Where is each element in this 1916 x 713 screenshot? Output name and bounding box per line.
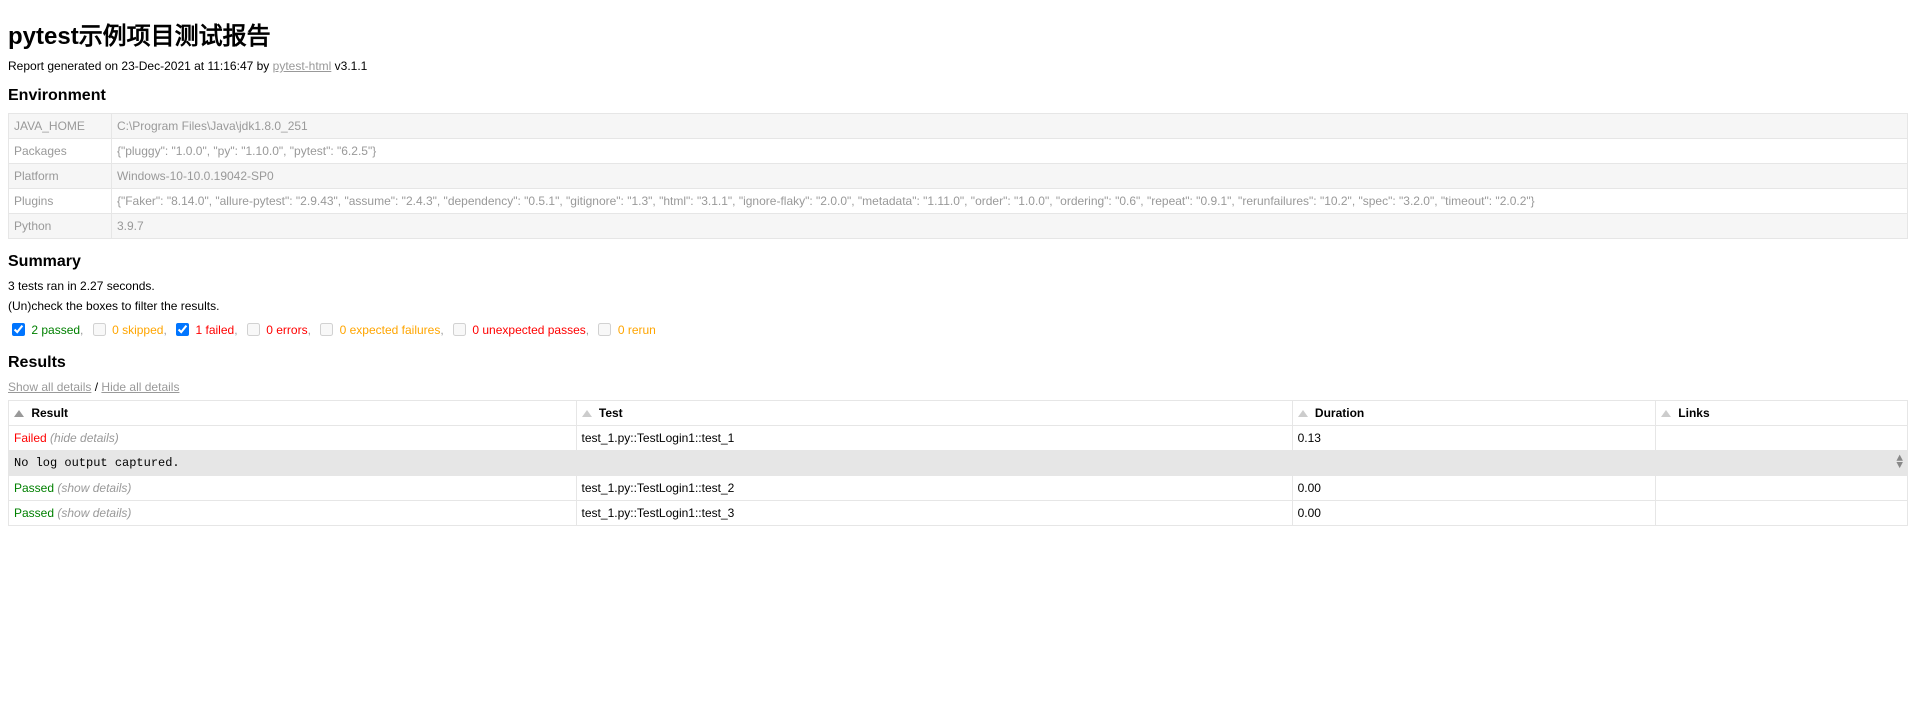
environment-value: {"pluggy": "1.0.0", "py": "1.10.0", "pyt… (111, 139, 1907, 164)
duration-cell: 0.00 (1292, 501, 1655, 526)
log-row: No log output captured.▲▼ (9, 451, 1908, 476)
filter-failed-label: 1 failed (195, 323, 234, 337)
filter-hint: (Un)check the boxes to filter the result… (8, 299, 1908, 313)
result-cell: Passed (show details) (9, 476, 577, 501)
page-title: pytest示例项目测试报告 (8, 16, 1908, 51)
environment-key: Platform (9, 164, 112, 189)
filter-xfail: 0 expected failures, (316, 323, 447, 337)
table-row: Failed (hide details)test_1.py::TestLogi… (9, 426, 1908, 451)
filter-errors: 0 errors, (243, 323, 314, 337)
result-status: Passed (14, 481, 54, 495)
filter-errors-checkbox (247, 323, 260, 336)
environment-value: Windows-10-10.0.19042-SP0 (111, 164, 1907, 189)
table-row: Passed (show details)test_1.py::TestLogi… (9, 476, 1908, 501)
test-cell: test_1.py::TestLogin1::test_1 (576, 426, 1292, 451)
sort-inactive-icon (1661, 410, 1671, 417)
filter-rerun-label: 0 rerun (618, 323, 656, 337)
environment-row: JAVA_HOMEC:\Program Files\Java\jdk1.8.0_… (9, 114, 1908, 139)
col-duration-label: Duration (1315, 406, 1364, 420)
environment-row: Python3.9.7 (9, 214, 1908, 239)
col-result-label: Result (31, 406, 68, 420)
test-cell: test_1.py::TestLogin1::test_3 (576, 501, 1292, 526)
col-test-header[interactable]: Test (576, 401, 1292, 426)
toggle-details-link[interactable]: (show details) (57, 481, 131, 495)
environment-heading: Environment (8, 87, 1908, 105)
col-links-header[interactable]: Links (1655, 401, 1907, 426)
environment-value: C:\Program Files\Java\jdk1.8.0_251 (111, 114, 1907, 139)
filter-row: 2 passed, 0 skipped, 1 failed, 0 errors,… (8, 321, 1908, 340)
result-cell: Failed (hide details) (9, 426, 577, 451)
results-heading: Results (8, 354, 1908, 372)
pytest-html-link[interactable]: pytest-html (273, 59, 332, 73)
environment-key: Plugins (9, 189, 112, 214)
filter-xfail-label: 0 expected failures (340, 323, 441, 337)
col-links-label: Links (1678, 406, 1709, 420)
log-cell: No log output captured.▲▼ (9, 451, 1908, 476)
environment-key: Packages (9, 139, 112, 164)
result-cell: Passed (show details) (9, 501, 577, 526)
sort-inactive-icon (1298, 410, 1308, 417)
sort-asc-icon (14, 410, 24, 417)
filter-errors-label: 0 errors (266, 323, 307, 337)
report-version: v3.1.1 (331, 59, 367, 73)
links-cell (1655, 426, 1907, 451)
filter-xpass: 0 unexpected passes, (449, 323, 592, 337)
filter-failed: 1 failed, (172, 323, 241, 337)
filter-skipped: 0 skipped, (89, 323, 170, 337)
links-cell (1655, 476, 1907, 501)
filter-xfail-checkbox (320, 323, 333, 336)
filter-rerun-checkbox (598, 323, 611, 336)
report-generated-text: Report generated on 23-Dec-2021 at 11:16… (8, 59, 273, 73)
show-all-details-link[interactable]: Show all details (8, 380, 91, 394)
environment-value: {"Faker": "8.14.0", "allure-pytest": "2.… (111, 189, 1907, 214)
sort-inactive-icon (582, 410, 592, 417)
environment-table: JAVA_HOMEC:\Program Files\Java\jdk1.8.0_… (8, 113, 1908, 239)
summary-line: 3 tests ran in 2.27 seconds. (8, 279, 1908, 293)
result-status: Failed (14, 431, 47, 445)
filter-skipped-checkbox (93, 323, 106, 336)
environment-row: PlatformWindows-10-10.0.19042-SP0 (9, 164, 1908, 189)
hide-all-details-link[interactable]: Hide all details (101, 380, 179, 394)
filter-passed-checkbox[interactable] (12, 323, 25, 336)
col-result-header[interactable]: Result (9, 401, 577, 426)
environment-value: 3.9.7 (111, 214, 1907, 239)
environment-key: Python (9, 214, 112, 239)
summary-heading: Summary (8, 253, 1908, 271)
filter-passed: 2 passed, (8, 323, 87, 337)
toggle-details-link[interactable]: (show details) (57, 506, 131, 520)
expand-collapse-icon[interactable]: ▲▼ (1896, 456, 1903, 470)
links-cell (1655, 501, 1907, 526)
slash: / (91, 380, 101, 394)
environment-row: Packages{"pluggy": "1.0.0", "py": "1.10.… (9, 139, 1908, 164)
duration-cell: 0.00 (1292, 476, 1655, 501)
detail-toggle-row: Show all details / Hide all details (8, 380, 1908, 394)
filter-rerun: 0 rerun (594, 323, 655, 337)
col-duration-header[interactable]: Duration (1292, 401, 1655, 426)
result-status: Passed (14, 506, 54, 520)
test-cell: test_1.py::TestLogin1::test_2 (576, 476, 1292, 501)
filter-xpass-checkbox (453, 323, 466, 336)
report-generated-line: Report generated on 23-Dec-2021 at 11:16… (8, 59, 1908, 73)
filter-skipped-label: 0 skipped (112, 323, 163, 337)
toggle-details-link[interactable]: (hide details) (50, 431, 119, 445)
results-table: Result Test Duration Links Failed (hide … (8, 400, 1908, 526)
filter-xpass-label: 0 unexpected passes (472, 323, 585, 337)
table-row: Passed (show details)test_1.py::TestLogi… (9, 501, 1908, 526)
environment-key: JAVA_HOME (9, 114, 112, 139)
col-test-label: Test (599, 406, 623, 420)
filter-failed-checkbox[interactable] (176, 323, 189, 336)
duration-cell: 0.13 (1292, 426, 1655, 451)
environment-row: Plugins{"Faker": "8.14.0", "allure-pytes… (9, 189, 1908, 214)
filter-passed-label: 2 passed (31, 323, 80, 337)
